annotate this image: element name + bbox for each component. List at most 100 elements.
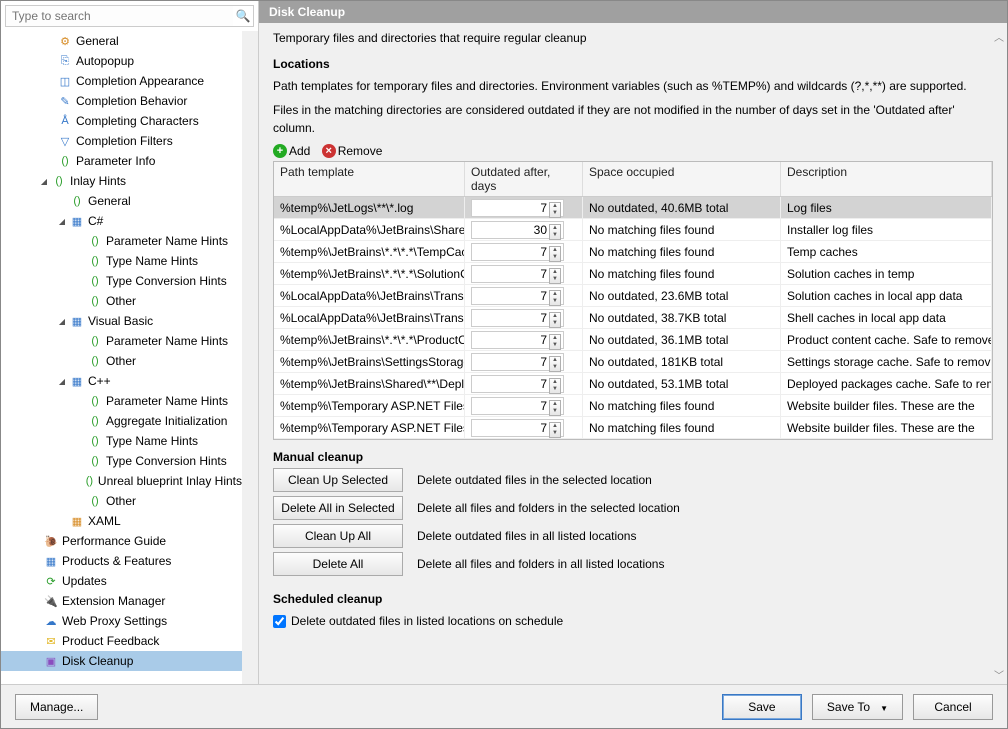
manual-delete-all-button[interactable]: Delete All [273, 552, 403, 576]
tree-item-general[interactable]: ()General [1, 191, 242, 211]
spinner-down-icon[interactable]: ▼ [550, 298, 560, 305]
cell-path[interactable]: %LocalAppData%\JetBrains\Shared\ [274, 219, 465, 240]
cell-path[interactable]: %temp%\Temporary ASP.NET Files\ [274, 417, 465, 438]
tree-item-completing-characters[interactable]: ÅCompleting Characters [1, 111, 242, 131]
cell-path[interactable]: %temp%\JetBrains\*.*\*.*\ProductContentC… [274, 329, 465, 350]
grid-row[interactable]: %temp%\JetBrains\*.*\*.*\ProductContentC… [274, 329, 992, 351]
days-spinner[interactable]: ▲▼ [549, 290, 561, 306]
tree-item-parameter-info[interactable]: ()Parameter Info [1, 151, 242, 171]
spinner-up-icon[interactable]: ▲ [550, 291, 560, 298]
expander-icon[interactable]: ◢ [57, 376, 67, 386]
cell-path[interactable]: %temp%\Temporary ASP.NET Files\ [274, 395, 465, 416]
days-spinner[interactable]: ▲▼ [549, 334, 561, 350]
tree-item-general[interactable]: ⚙General [1, 31, 242, 51]
tree-item-visual-basic[interactable]: ◢▦Visual Basic [1, 311, 242, 331]
cell-path[interactable]: %temp%\JetBrains\Shared\**\Deployed [274, 373, 465, 394]
cell-days[interactable]: 7▲▼ [465, 417, 583, 438]
expander-icon[interactable]: ◢ [57, 316, 67, 326]
tree-item-completion-behavior[interactable]: ✎Completion Behavior [1, 91, 242, 111]
manual-clean-up-selected-button[interactable]: Clean Up Selected [273, 468, 403, 492]
spinner-down-icon[interactable]: ▼ [550, 430, 560, 437]
tree-item-products-features[interactable]: ▦Products & Features [1, 551, 242, 571]
spinner-down-icon[interactable]: ▼ [550, 254, 560, 261]
spinner-up-icon[interactable]: ▲ [550, 379, 560, 386]
add-button[interactable]: + Add [273, 144, 310, 158]
grid-row[interactable]: %LocalAppData%\JetBrains\Transient7▲▼No … [274, 307, 992, 329]
expander-icon[interactable] [75, 436, 85, 446]
expander-icon[interactable] [75, 256, 85, 266]
spinner-down-icon[interactable]: ▼ [550, 342, 560, 349]
expander-icon[interactable] [57, 196, 67, 206]
cancel-button[interactable]: Cancel [913, 694, 993, 720]
spinner-down-icon[interactable]: ▼ [550, 276, 560, 283]
tree-item-type-name-hints[interactable]: ()Type Name Hints [1, 431, 242, 451]
spinner-up-icon[interactable]: ▲ [550, 335, 560, 342]
grid-row[interactable]: %LocalAppData%\JetBrains\Shared\30▲▼No m… [274, 219, 992, 241]
tree-item-parameter-name-hints[interactable]: ()Parameter Name Hints [1, 391, 242, 411]
days-spinner[interactable]: ▲▼ [549, 400, 561, 416]
tree-item-performance-guide[interactable]: 🐌Performance Guide [1, 531, 242, 551]
expander-icon[interactable] [45, 96, 55, 106]
grid-row[interactable]: %temp%\JetBrains\*.*\*.*\SolutionCaches7… [274, 263, 992, 285]
expander-icon[interactable] [31, 576, 41, 586]
cell-days[interactable]: 7▲▼ [465, 373, 583, 394]
tree-item-inlay-hints[interactable]: ◢()Inlay Hints [1, 171, 242, 191]
cell-path[interactable]: %LocalAppData%\JetBrains\Transient [274, 307, 465, 328]
tree-item-xaml[interactable]: ▦XAML [1, 511, 242, 531]
cell-days[interactable]: 7▲▼ [465, 395, 583, 416]
scroll-up-icon[interactable]: ︿ [994, 29, 1004, 44]
spinner-up-icon[interactable]: ▲ [550, 269, 560, 276]
expander-icon[interactable] [45, 76, 55, 86]
grid-row[interactable]: %temp%\Temporary ASP.NET Files\7▲▼No mat… [274, 395, 992, 417]
tree-item-updates[interactable]: ⟳Updates [1, 571, 242, 591]
col-header-space[interactable]: Space occupied [583, 162, 781, 196]
cell-path[interactable]: %temp%\JetBrains\SettingsStorage [274, 351, 465, 372]
spinner-up-icon[interactable]: ▲ [550, 313, 560, 320]
days-spinner[interactable]: ▲▼ [549, 268, 561, 284]
expander-icon[interactable] [45, 116, 55, 126]
tree-item-parameter-name-hints[interactable]: ()Parameter Name Hints [1, 231, 242, 251]
tree-item-unreal-blueprint-inlay-hints[interactable]: ()Unreal blueprint Inlay Hints [1, 471, 242, 491]
cell-days[interactable]: 7▲▼ [465, 241, 583, 262]
search-icon[interactable]: 🔍 [233, 6, 253, 26]
days-spinner[interactable]: ▲▼ [549, 202, 561, 218]
spinner-up-icon[interactable]: ▲ [550, 357, 560, 364]
grid-row[interactable]: %temp%\Temporary ASP.NET Files\7▲▼No mat… [274, 417, 992, 439]
col-header-days[interactable]: Outdated after, days [465, 162, 583, 196]
cell-days[interactable]: 7▲▼ [465, 263, 583, 284]
manual-clean-up-all-button[interactable]: Clean Up All [273, 524, 403, 548]
manage-button[interactable]: Manage... [15, 694, 98, 720]
col-header-desc[interactable]: Description [781, 162, 992, 196]
tree-item-completion-appearance[interactable]: ◫Completion Appearance [1, 71, 242, 91]
expander-icon[interactable] [31, 556, 41, 566]
cell-path[interactable]: %LocalAppData%\JetBrains\Transient [274, 285, 465, 306]
expander-icon[interactable] [75, 236, 85, 246]
grid-row[interactable]: %temp%\JetBrains\SettingsStorage7▲▼No ou… [274, 351, 992, 373]
remove-button[interactable]: × Remove [322, 144, 383, 158]
expander-icon[interactable] [75, 416, 85, 426]
spinner-up-icon[interactable]: ▲ [550, 225, 560, 232]
tree-scrollbar[interactable] [242, 31, 258, 684]
expander-icon[interactable] [45, 36, 55, 46]
tree-item-parameter-name-hints[interactable]: ()Parameter Name Hints [1, 331, 242, 351]
spinner-down-icon[interactable]: ▼ [550, 364, 560, 371]
grid-row[interactable]: %temp%\JetLogs\**\*.log7▲▼No outdated, 4… [274, 197, 992, 219]
expander-icon[interactable] [31, 536, 41, 546]
expander-icon[interactable] [45, 136, 55, 146]
spinner-up-icon[interactable]: ▲ [550, 247, 560, 254]
expander-icon[interactable]: ◢ [39, 176, 49, 186]
tree-item-other[interactable]: ()Other [1, 491, 242, 511]
expander-icon[interactable] [75, 496, 85, 506]
tree-item-autopopup[interactable]: ⎘Autopopup [1, 51, 242, 71]
cell-days[interactable]: 7▲▼ [465, 285, 583, 306]
tree-item-type-name-hints[interactable]: ()Type Name Hints [1, 251, 242, 271]
days-spinner[interactable]: ▲▼ [549, 246, 561, 262]
scroll-down-icon[interactable]: ﹀ [994, 667, 1004, 682]
days-spinner[interactable]: ▲▼ [549, 422, 561, 438]
cell-days[interactable]: 7▲▼ [465, 197, 583, 218]
cell-days[interactable]: 7▲▼ [465, 351, 583, 372]
expander-icon[interactable] [75, 396, 85, 406]
cell-path[interactable]: %temp%\JetLogs\**\*.log [274, 197, 465, 218]
expander-icon[interactable] [31, 636, 41, 646]
tree-item-extension-manager[interactable]: 🔌Extension Manager [1, 591, 242, 611]
